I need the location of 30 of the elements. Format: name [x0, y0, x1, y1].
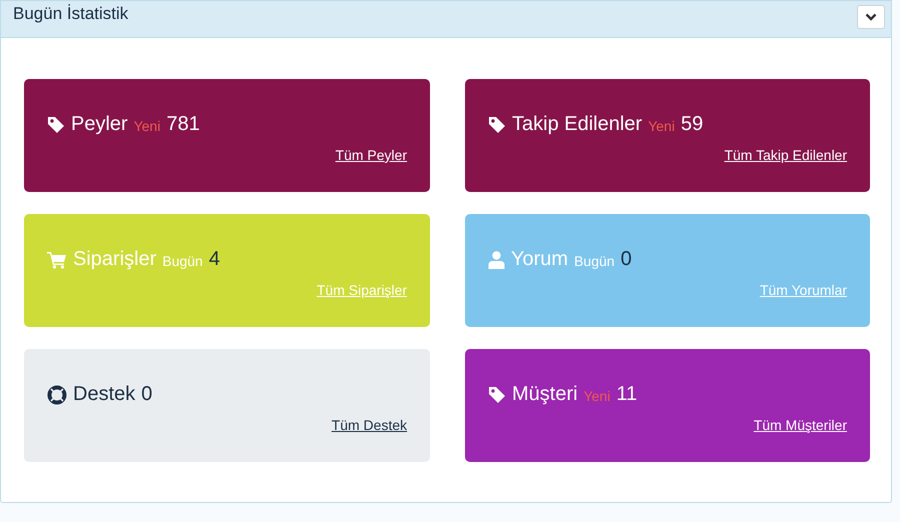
card-title: Peyler [71, 113, 128, 136]
tag-icon [47, 116, 65, 134]
card-count: 4 [208, 248, 220, 271]
badge-label: Yeni [584, 388, 610, 404]
tag-icon [488, 116, 506, 134]
badge-label: Yeni [648, 118, 675, 134]
card-title: Takip Edilenler [512, 113, 642, 136]
user-icon [488, 250, 505, 268]
card-count: 0 [141, 383, 152, 406]
card-title: Yorum [511, 248, 568, 271]
tag-icon [488, 386, 506, 404]
card-count: 781 [166, 113, 200, 136]
lifebuoy-icon [47, 384, 67, 404]
card-title: Destek [73, 383, 136, 406]
chevron-down-icon [865, 13, 877, 21]
card-count: 0 [620, 248, 632, 271]
card-title: Müşteri [512, 383, 578, 406]
card-link[interactable]: Tüm Takip Edilenler [724, 147, 847, 163]
card-link[interactable]: Tüm Müşteriler [754, 417, 847, 433]
card-count: 59 [680, 113, 704, 136]
badge-label: Yeni [134, 118, 160, 134]
panel-title: Bugün İstatistik [13, 4, 128, 24]
card-link[interactable]: Tüm Destek [332, 417, 407, 433]
collapse-button[interactable] [857, 5, 885, 29]
cart-icon [47, 250, 67, 268]
card-link[interactable]: Tüm Peyler [335, 147, 407, 163]
card-count: 11 [616, 383, 638, 406]
badge-label: Bugün [574, 253, 615, 269]
card-title: Siparişler [73, 248, 156, 271]
badge-label: Bugün [162, 253, 203, 269]
